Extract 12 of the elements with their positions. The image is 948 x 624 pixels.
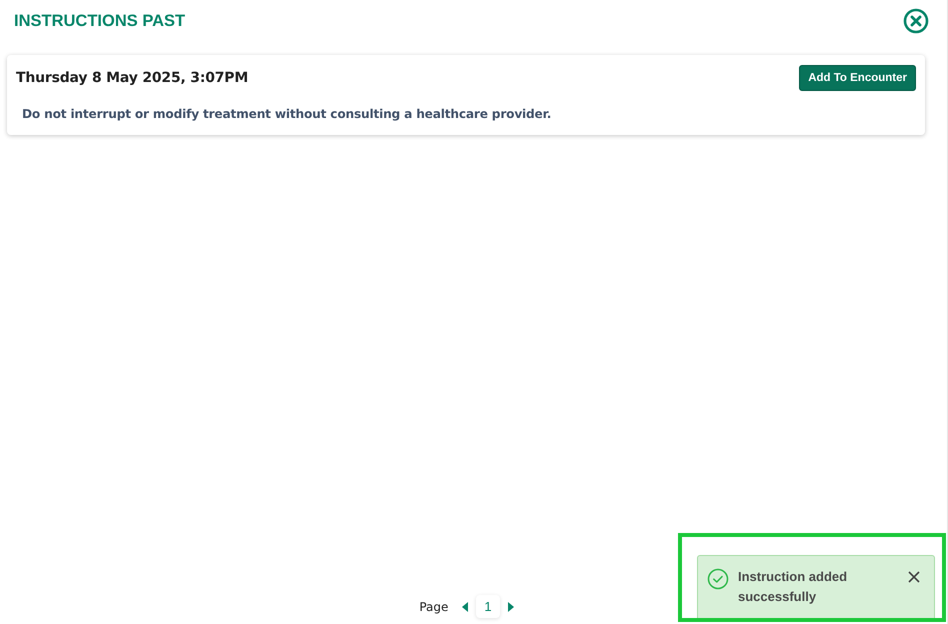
instruction-date: Thursday 8 May 2025, 3:07PM bbox=[16, 70, 248, 86]
page-label: Page bbox=[419, 600, 448, 614]
check-circle-icon bbox=[707, 568, 729, 590]
toast-message: Instruction added successfully bbox=[738, 568, 848, 606]
close-icon[interactable] bbox=[908, 571, 920, 583]
add-to-encounter-button[interactable]: Add To Encounter bbox=[799, 65, 916, 91]
page-number[interactable]: 1 bbox=[476, 595, 500, 618]
instruction-text: Do not interrupt or modify treatment without consulting a healthcare provider. bbox=[22, 107, 552, 121]
panel-title: INSTRUCTIONS PAST bbox=[14, 12, 186, 30]
next-page-icon[interactable] bbox=[508, 602, 514, 612]
close-icon[interactable] bbox=[903, 8, 929, 34]
previous-page-icon[interactable] bbox=[462, 602, 468, 612]
